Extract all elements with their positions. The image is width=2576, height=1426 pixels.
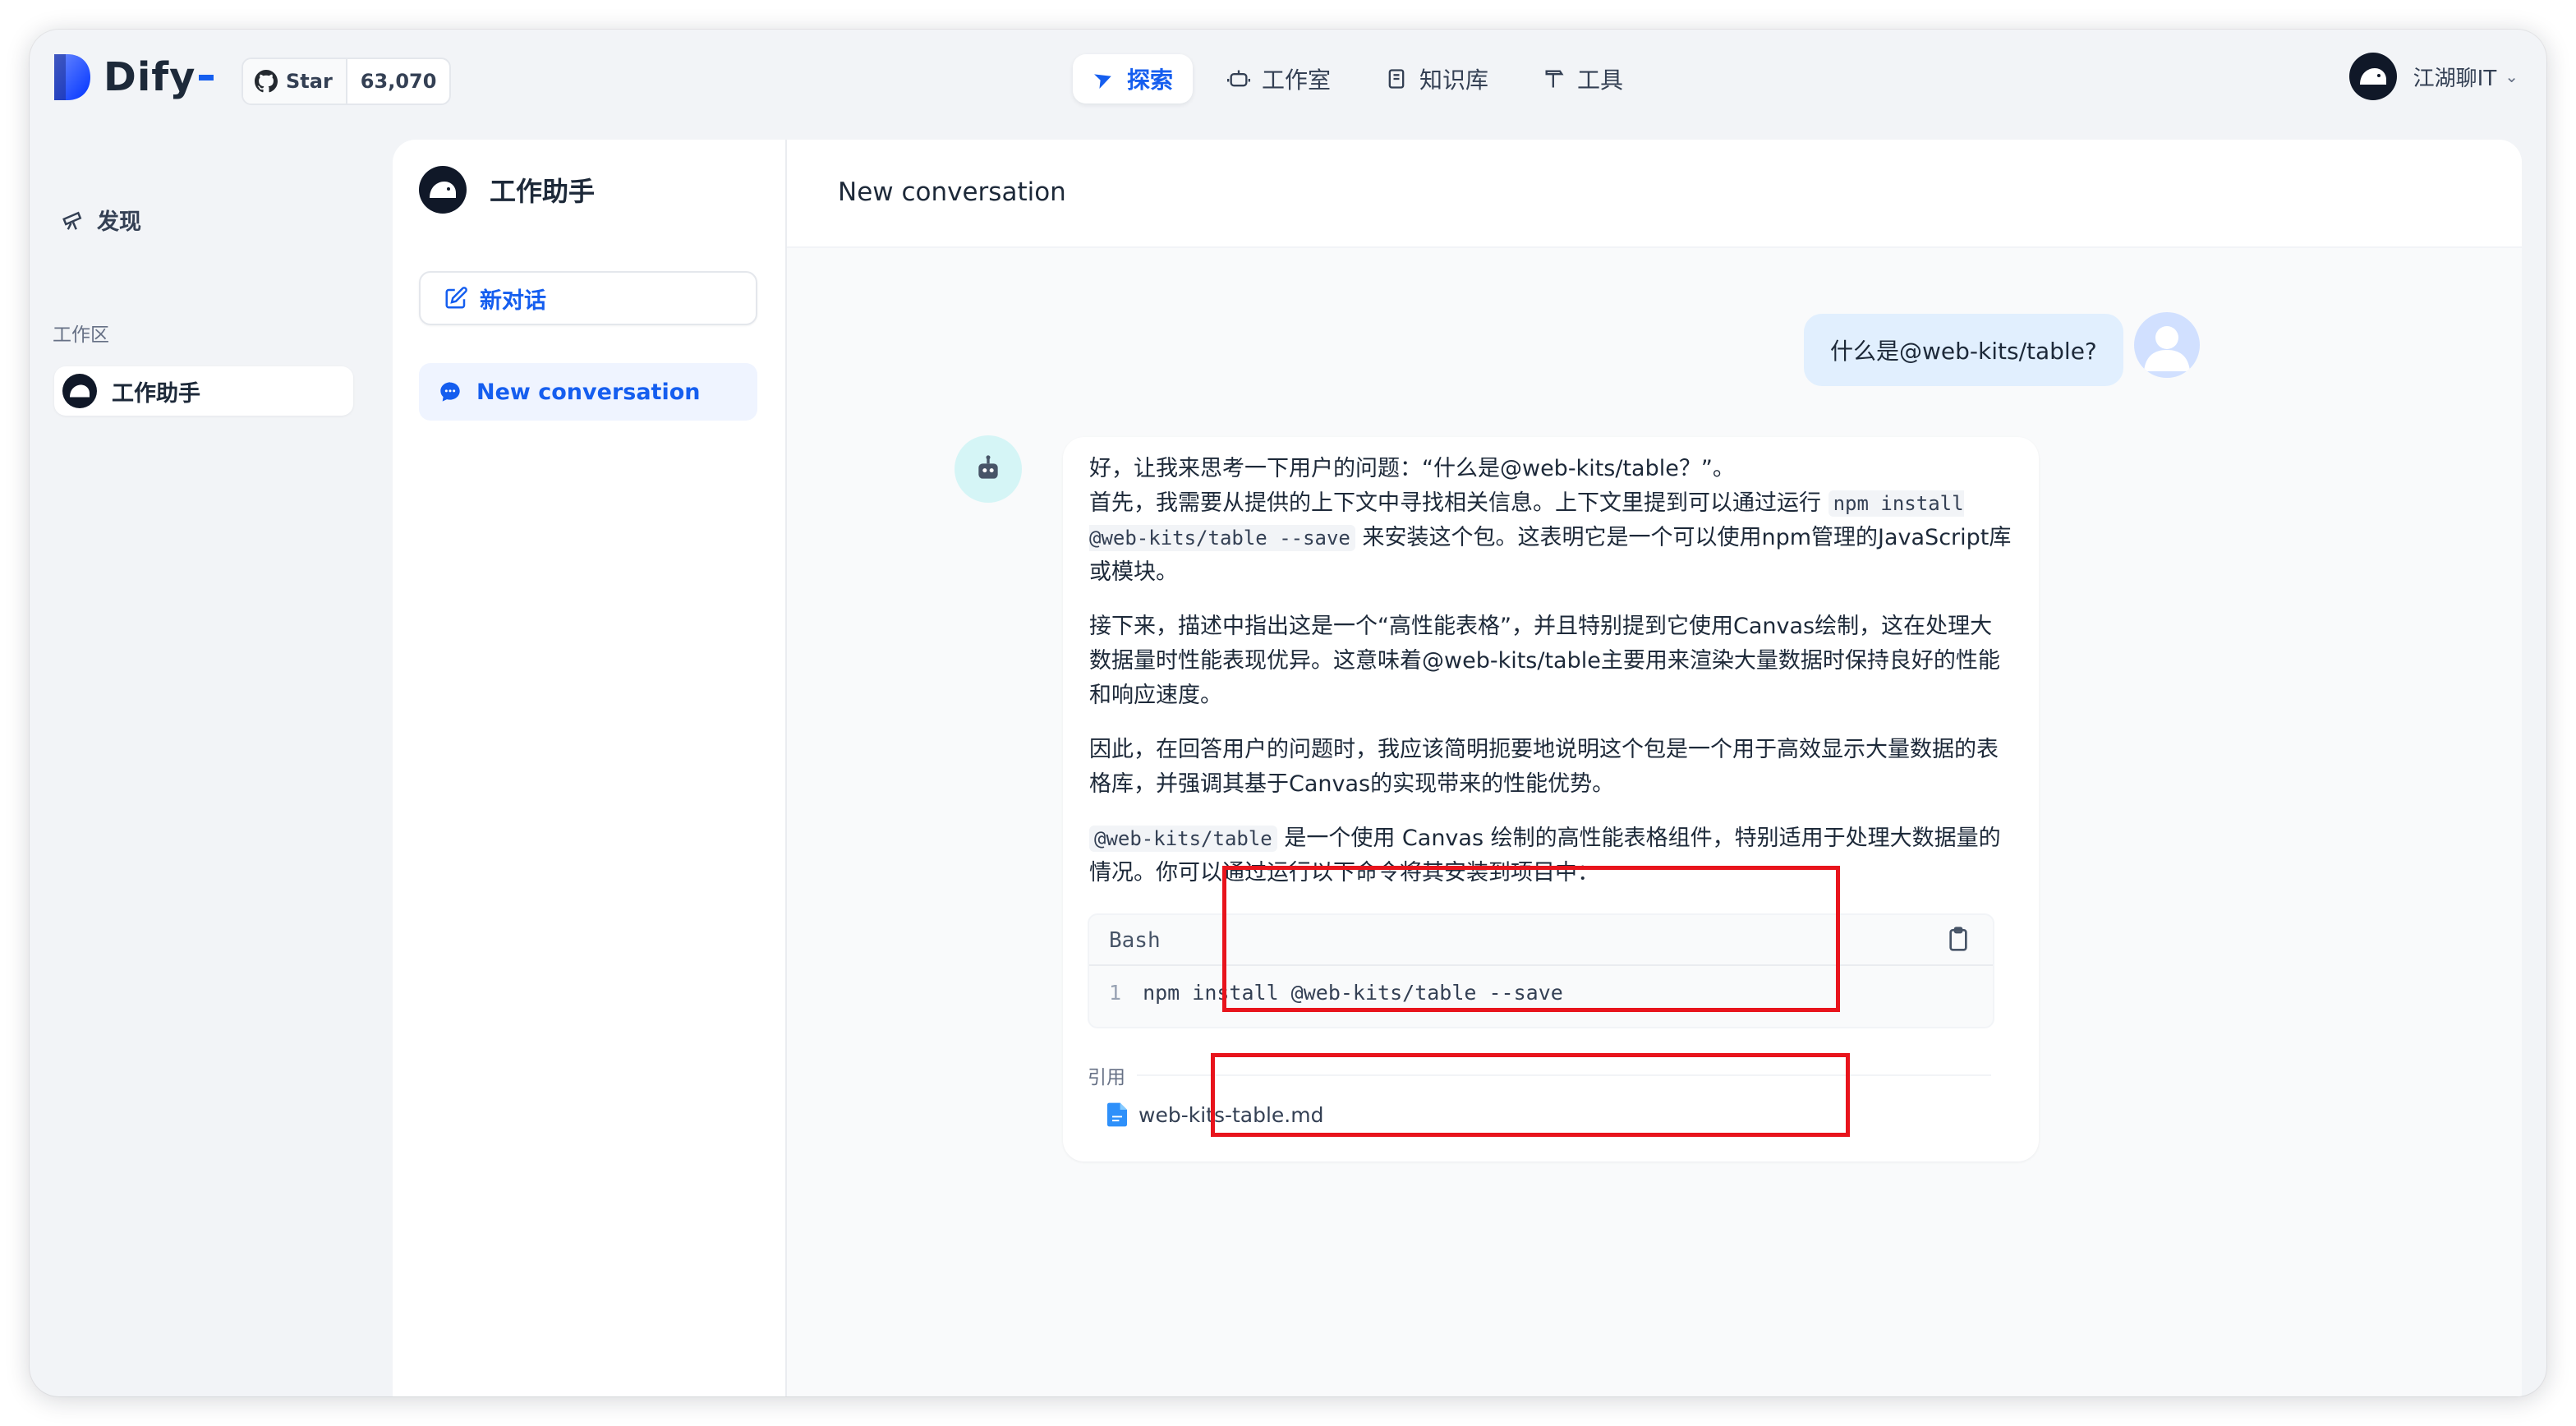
edit-icon (445, 287, 467, 309)
github-star-widget[interactable]: Star 63,070 (242, 58, 452, 105)
top-navbar: Dify Star 63,070 探索 工作室 知识库 工具 江湖聊IT ⌄ (30, 30, 2546, 125)
github-star-count[interactable]: 63,070 (347, 59, 450, 104)
workspace-section-label: 工作区 (53, 324, 109, 346)
nav-label: 工具 (1577, 67, 1624, 94)
conversation-label: New conversation (476, 379, 701, 405)
user-menu[interactable]: 江湖聊IT ⌄ (2348, 53, 2518, 100)
github-icon (255, 70, 278, 93)
app-header: 工作助手 (419, 166, 595, 214)
github-star-button[interactable]: Star (243, 59, 347, 104)
answer-paragraph: @web-kits/table 是一个使用 Canvas 绘制的高性能表格组件，… (1089, 821, 2012, 890)
compass-icon (1094, 74, 1111, 89)
conversation-sidebar: 工作助手 新对话 New conversation (393, 140, 787, 1396)
nav-label: 工作室 (1262, 67, 1332, 94)
code-block: Bash 1 npm install @web-kits/table --save (1088, 913, 1994, 1028)
code-block-header: Bash (1089, 915, 1993, 966)
user-avatar (2348, 53, 2397, 100)
answer-text: 好，让我来思考一下用户的问题：“什么是@web-kits/table？”。 首先… (1089, 452, 2012, 910)
citation-file-name: web-kits-table.md (1138, 1102, 1324, 1127)
nav-label: 知识库 (1419, 67, 1489, 94)
conversation-item[interactable]: New conversation (419, 363, 757, 421)
sidebar-item-work-assistant[interactable]: 工作助手 (54, 366, 353, 416)
bot-avatar (954, 435, 1022, 503)
new-chat-label: 新对话 (480, 288, 546, 314)
app-avatar (419, 166, 467, 214)
user-message-avatar (2134, 312, 2200, 378)
nav-explore[interactable]: 探索 (1073, 54, 1194, 104)
user-message: 什么是@web-kits/table? (1804, 314, 2123, 386)
nav-tools[interactable]: 工具 (1523, 54, 1643, 104)
robot-icon (1227, 70, 1251, 87)
user-name: 江湖聊IT (2413, 66, 2497, 91)
dify-logo[interactable]: Dify (54, 54, 214, 100)
copy-code-button[interactable] (1945, 925, 1971, 956)
chat-header: New conversation (787, 140, 2522, 248)
dify-logo-mark (54, 54, 90, 100)
answer-paragraph: 接下来，描述中指出这是一个“高性能表格”，并且特别提到它使用Canvas绘制，这… (1089, 614, 2000, 708)
main-nav: 探索 工作室 知识库 工具 (1073, 54, 1658, 104)
app-window: Dify Star 63,070 探索 工作室 知识库 工具 江湖聊IT ⌄ 发… (30, 30, 2546, 1396)
brand-name: Dify (104, 54, 196, 100)
citation-label: 引用 (1088, 1067, 1125, 1088)
answer-line: 首先，我需要从提供的上下文中寻找相关信息。上下文里提到可以通过运行 (1089, 490, 1828, 516)
nav-knowledge[interactable]: 知识库 (1365, 54, 1508, 104)
chat-area: New conversation 什么是@web-kits/table? 好，让… (787, 140, 2522, 1396)
app-name: 工作助手 (490, 176, 596, 207)
clipboard-icon (1949, 927, 1967, 951)
discover-label: 发现 (97, 209, 141, 235)
citation-file[interactable]: web-kits-table.md (1107, 1102, 1323, 1127)
chat-title: New conversation (838, 177, 1066, 207)
markdown-file-icon (1107, 1102, 1127, 1127)
code-line: 1 npm install @web-kits/table --save (1109, 981, 1563, 1005)
answer-paragraph: 好，让我来思考一下用户的问题：“什么是@web-kits/table？”。 首先… (1089, 452, 2012, 590)
sidebar-item-label: 工作助手 (112, 380, 200, 407)
answer-paragraph: 因此，在回答用户的问题时，我应该简明扼要地说明这个包是一个用于高效显示大量数据的… (1089, 737, 1999, 797)
answer-line: 好，让我来思考一下用户的问题：“什么是@web-kits/table？”。 (1089, 456, 1735, 481)
chevron-down-icon: ⌄ (2505, 67, 2518, 86)
code-language: Bash (1109, 928, 1161, 953)
chat-bubble-icon (440, 382, 460, 402)
left-sidebar: 发现 工作区 工作助手 (30, 125, 391, 1396)
logo-cursor (199, 74, 214, 80)
nav-studio[interactable]: 工作室 (1208, 54, 1350, 104)
bot-answer-card: 好，让我来思考一下用户的问题：“什么是@web-kits/table？”。 首先… (1063, 437, 2039, 1162)
new-chat-button[interactable]: 新对话 (419, 271, 757, 325)
citation-divider (1137, 1074, 1991, 1076)
nav-label: 探索 (1127, 67, 1174, 94)
line-number: 1 (1109, 981, 1122, 1005)
github-star-label: Star (286, 70, 333, 93)
sidebar-item-discover[interactable]: 发现 (61, 204, 141, 236)
main-panel: 工作助手 新对话 New conversation New conversati… (393, 140, 2522, 1396)
book-icon (1388, 69, 1405, 89)
inline-code: @web-kits/table (1089, 826, 1277, 852)
hammer-icon (1545, 70, 1564, 88)
telescope-icon (62, 211, 82, 230)
code-text: npm install @web-kits/table --save (1143, 981, 1563, 1005)
app-avatar (62, 374, 97, 408)
